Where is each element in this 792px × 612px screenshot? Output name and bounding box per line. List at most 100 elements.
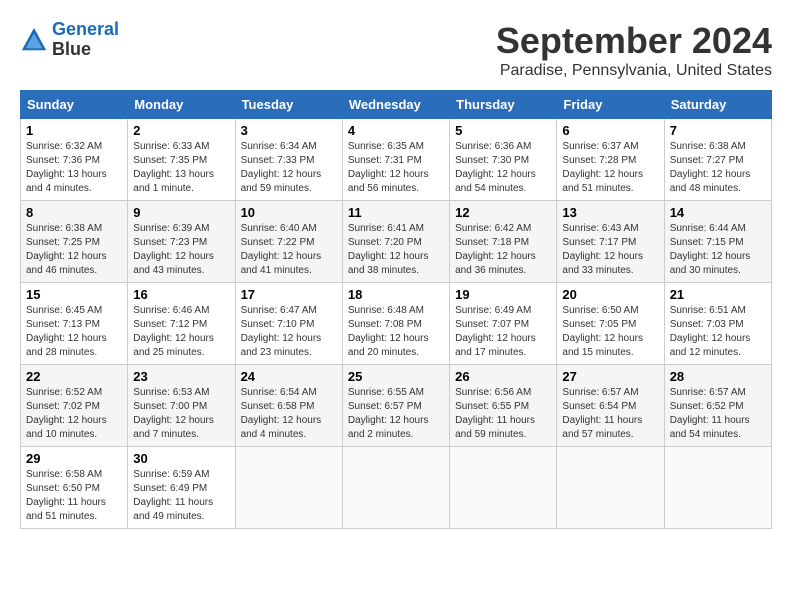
day-number: 4 xyxy=(348,123,444,138)
weekday-header-row: SundayMondayTuesdayWednesdayThursdayFrid… xyxy=(21,91,772,119)
calendar-cell: 27 Sunrise: 6:57 AMSunset: 6:54 PMDayligh… xyxy=(557,365,664,447)
day-number: 2 xyxy=(133,123,229,138)
day-number: 26 xyxy=(455,369,551,384)
day-info: Sunrise: 6:51 AMSunset: 7:03 PMDaylight:… xyxy=(670,304,766,360)
calendar-cell: 11 Sunrise: 6:41 AMSunset: 7:20 PMDayligh… xyxy=(342,201,449,283)
day-number: 7 xyxy=(670,123,766,138)
day-number: 22 xyxy=(26,369,122,384)
weekday-header-tuesday: Tuesday xyxy=(235,91,342,119)
day-info: Sunrise: 6:37 AMSunset: 7:28 PMDaylight:… xyxy=(562,140,658,196)
day-info: Sunrise: 6:48 AMSunset: 7:08 PMDaylight:… xyxy=(348,304,444,360)
calendar-cell: 2Sunrise: 6:33 AMSunset: 7:35 PMDaylight… xyxy=(128,119,235,201)
day-info: Sunrise: 6:55 AMSunset: 6:57 PMDaylight:… xyxy=(348,386,444,442)
weekday-header-friday: Friday xyxy=(557,91,664,119)
day-number: 21 xyxy=(670,287,766,302)
day-number: 30 xyxy=(133,451,229,466)
week-row-2: 8 Sunrise: 6:38 AMSunset: 7:25 PMDaylight… xyxy=(21,201,772,283)
day-info: Sunrise: 6:49 AMSunset: 7:07 PMDaylight:… xyxy=(455,304,551,360)
day-number: 24 xyxy=(241,369,337,384)
day-number: 8 xyxy=(26,205,122,220)
week-row-3: 15Sunrise: 6:45 AMSunset: 7:13 PMDayligh… xyxy=(21,283,772,365)
day-info: Sunrise: 6:46 AMSunset: 7:12 PMDaylight:… xyxy=(133,304,229,360)
day-info: Sunrise: 6:54 AMSunset: 6:58 PMDaylight:… xyxy=(241,386,337,442)
day-info: Sunrise: 6:50 AMSunset: 7:05 PMDaylight:… xyxy=(562,304,658,360)
day-info: Sunrise: 6:47 AMSunset: 7:10 PMDaylight:… xyxy=(241,304,337,360)
day-info: Sunrise: 6:35 AMSunset: 7:31 PMDaylight:… xyxy=(348,140,444,196)
day-number: 17 xyxy=(241,287,337,302)
calendar-cell: 23 Sunrise: 6:53 AMSunset: 7:00 PMDayligh… xyxy=(128,365,235,447)
day-info: Sunrise: 6:38 AMSunset: 7:25 PMDaylight:… xyxy=(26,222,122,278)
day-info: Sunrise: 6:38 AMSunset: 7:27 PMDaylight:… xyxy=(670,140,766,196)
calendar-cell: 20 Sunrise: 6:50 AMSunset: 7:05 PMDayligh… xyxy=(557,283,664,365)
day-info: Sunrise: 6:56 AMSunset: 6:55 PMDaylight:… xyxy=(455,386,551,442)
calendar-cell: 17 Sunrise: 6:47 AMSunset: 7:10 PMDayligh… xyxy=(235,283,342,365)
day-info: Sunrise: 6:52 AMSunset: 7:02 PMDaylight:… xyxy=(26,386,122,442)
calendar-cell: 6 Sunrise: 6:37 AMSunset: 7:28 PMDaylight… xyxy=(557,119,664,201)
day-number: 14 xyxy=(670,205,766,220)
weekday-header-thursday: Thursday xyxy=(450,91,557,119)
day-info: Sunrise: 6:44 AMSunset: 7:15 PMDaylight:… xyxy=(670,222,766,278)
day-number: 10 xyxy=(241,205,337,220)
logo: General Blue xyxy=(20,20,119,60)
day-number: 27 xyxy=(562,369,658,384)
calendar-cell: 4 Sunrise: 6:35 AMSunset: 7:31 PMDaylight… xyxy=(342,119,449,201)
calendar-cell: 1Sunrise: 6:32 AMSunset: 7:36 PMDaylight… xyxy=(21,119,128,201)
week-row-1: 1Sunrise: 6:32 AMSunset: 7:36 PMDaylight… xyxy=(21,119,772,201)
day-number: 23 xyxy=(133,369,229,384)
day-number: 11 xyxy=(348,205,444,220)
day-number: 3 xyxy=(241,123,337,138)
day-number: 28 xyxy=(670,369,766,384)
day-number: 25 xyxy=(348,369,444,384)
calendar-cell: 30 Sunrise: 6:59 AMSunset: 6:49 PMDayligh… xyxy=(128,447,235,529)
week-row-4: 22 Sunrise: 6:52 AMSunset: 7:02 PMDayligh… xyxy=(21,365,772,447)
day-number: 1 xyxy=(26,123,122,138)
day-info: Sunrise: 6:42 AMSunset: 7:18 PMDaylight:… xyxy=(455,222,551,278)
calendar-cell: 21 Sunrise: 6:51 AMSunset: 7:03 PMDayligh… xyxy=(664,283,771,365)
calendar-cell: 19Sunrise: 6:49 AMSunset: 7:07 PMDayligh… xyxy=(450,283,557,365)
page-header: General Blue September 2024 Paradise, Pe… xyxy=(20,20,772,80)
day-info: Sunrise: 6:59 AMSunset: 6:49 PMDaylight:… xyxy=(133,468,229,524)
day-info: Sunrise: 6:41 AMSunset: 7:20 PMDaylight:… xyxy=(348,222,444,278)
logo-icon xyxy=(20,26,48,54)
day-info: Sunrise: 6:53 AMSunset: 7:00 PMDaylight:… xyxy=(133,386,229,442)
logo-line2: Blue xyxy=(52,39,91,59)
calendar-cell: 13 Sunrise: 6:43 AMSunset: 7:17 PMDayligh… xyxy=(557,201,664,283)
calendar-cell: 14 Sunrise: 6:44 AMSunset: 7:15 PMDayligh… xyxy=(664,201,771,283)
weekday-header-saturday: Saturday xyxy=(664,91,771,119)
calendar-cell: 24 Sunrise: 6:54 AMSunset: 6:58 PMDayligh… xyxy=(235,365,342,447)
calendar-cell: 29Sunrise: 6:58 AMSunset: 6:50 PMDayligh… xyxy=(21,447,128,529)
calendar-cell: 18 Sunrise: 6:48 AMSunset: 7:08 PMDayligh… xyxy=(342,283,449,365)
calendar-cell: 12 Sunrise: 6:42 AMSunset: 7:18 PMDayligh… xyxy=(450,201,557,283)
calendar-cell: 10 Sunrise: 6:40 AMSunset: 7:22 PMDayligh… xyxy=(235,201,342,283)
weekday-header-wednesday: Wednesday xyxy=(342,91,449,119)
day-info: Sunrise: 6:40 AMSunset: 7:22 PMDaylight:… xyxy=(241,222,337,278)
calendar-cell: 26 Sunrise: 6:56 AMSunset: 6:55 PMDayligh… xyxy=(450,365,557,447)
day-number: 18 xyxy=(348,287,444,302)
day-info: Sunrise: 6:34 AMSunset: 7:33 PMDaylight:… xyxy=(241,140,337,196)
day-number: 29 xyxy=(26,451,122,466)
day-info: Sunrise: 6:36 AMSunset: 7:30 PMDaylight:… xyxy=(455,140,551,196)
location: Paradise, Pennsylvania, United States xyxy=(496,62,772,80)
title-block: September 2024 Paradise, Pennsylvania, U… xyxy=(496,20,772,80)
month-title: September 2024 xyxy=(496,20,772,62)
weekday-header-monday: Monday xyxy=(128,91,235,119)
logo-text: General Blue xyxy=(52,20,119,60)
day-info: Sunrise: 6:43 AMSunset: 7:17 PMDaylight:… xyxy=(562,222,658,278)
calendar-cell xyxy=(450,447,557,529)
day-number: 20 xyxy=(562,287,658,302)
calendar-cell: 25 Sunrise: 6:55 AMSunset: 6:57 PMDayligh… xyxy=(342,365,449,447)
calendar-cell xyxy=(664,447,771,529)
day-info: Sunrise: 6:57 AMSunset: 6:54 PMDaylight:… xyxy=(562,386,658,442)
day-number: 13 xyxy=(562,205,658,220)
day-number: 5 xyxy=(455,123,551,138)
day-number: 12 xyxy=(455,205,551,220)
day-number: 16 xyxy=(133,287,229,302)
logo-line1: General xyxy=(52,19,119,39)
calendar-cell xyxy=(235,447,342,529)
calendar-cell: 28 Sunrise: 6:57 AMSunset: 6:52 PMDayligh… xyxy=(664,365,771,447)
calendar-cell: 8 Sunrise: 6:38 AMSunset: 7:25 PMDaylight… xyxy=(21,201,128,283)
day-number: 6 xyxy=(562,123,658,138)
day-number: 9 xyxy=(133,205,229,220)
day-info: Sunrise: 6:57 AMSunset: 6:52 PMDaylight:… xyxy=(670,386,766,442)
day-info: Sunrise: 6:39 AMSunset: 7:23 PMDaylight:… xyxy=(133,222,229,278)
